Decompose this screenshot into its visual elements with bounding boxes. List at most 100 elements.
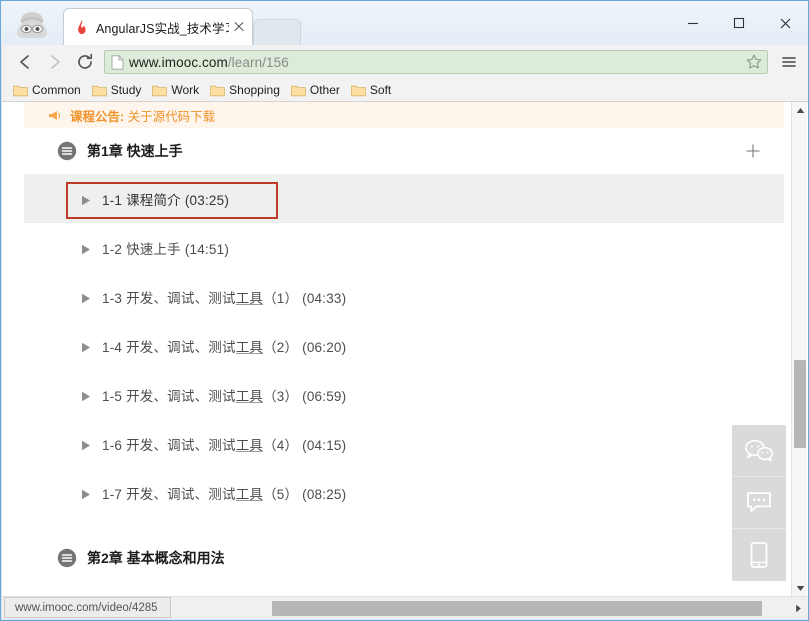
lesson-row[interactable]: 1-1 课程简介 (03:25) [24, 174, 784, 223]
bookmark-label: Other [309, 83, 340, 97]
chapter-title: 第2章 基本概念和用法 [87, 550, 225, 566]
close-button[interactable] [762, 1, 808, 45]
chapter-header-2[interactable]: 第2章 基本概念和用法 [24, 535, 784, 581]
lesson-duration: (14:51) [184, 241, 230, 257]
lesson-duration: (04:15) [302, 437, 347, 453]
lesson-number: 1-2 [102, 241, 123, 257]
lesson-name-index: （3） [263, 388, 299, 404]
lesson-label: 1-4 开发、调试、测试工具（2） (06:20) [102, 336, 346, 356]
new-tab-button[interactable] [253, 19, 301, 45]
list-circle-icon [57, 548, 77, 568]
folder-icon [13, 84, 28, 97]
lesson-name-index: （2） [263, 339, 299, 355]
status-bar-url: www.imooc.com/video/4285 [15, 601, 158, 614]
lesson-duration: (04:33) [302, 290, 347, 306]
play-triangle-icon [81, 487, 91, 500]
vertical-scroll-thumb[interactable] [794, 360, 806, 448]
horizontal-scroll-thumb[interactable] [272, 601, 762, 616]
bookmark-label: Work [171, 83, 200, 97]
url-host: www.imooc.com [129, 54, 228, 70]
browser-tab[interactable]: AngularJS实战_技术学习教 [63, 8, 253, 45]
folder-icon [291, 84, 306, 97]
address-bar[interactable]: www.imooc.com/learn/156 [104, 50, 768, 74]
lesson-name-index: （1） [263, 290, 299, 306]
incognito-avatar-icon[interactable] [9, 9, 55, 41]
maximize-button[interactable] [716, 1, 762, 45]
lesson-number: 1-7 [102, 486, 123, 502]
bookmark-other[interactable]: Other [288, 81, 346, 100]
lesson-duration: (06:20) [302, 339, 347, 355]
lesson-name-tool: 工具 [235, 388, 264, 404]
lesson-name: 开发、调试、测试 [126, 339, 236, 355]
lesson-label: 1-2 快速上手 (14:51) [102, 238, 229, 258]
tab-title: AngularJS实战_技术学习教 [96, 21, 229, 36]
bookmark-label: Soft [369, 83, 392, 97]
announcement-text: 课程公告: 关于源代码下载 [70, 106, 215, 125]
url-path: /learn/156 [227, 54, 289, 70]
bookmark-soft[interactable]: Soft [348, 81, 397, 100]
back-button[interactable] [10, 47, 40, 77]
folder-icon [351, 84, 366, 97]
lesson-row[interactable]: 1-2 快速上手 (14:51) [24, 223, 784, 272]
play-triangle-icon [81, 291, 91, 304]
lesson-label: 1-1 课程简介 (03:25) [102, 189, 229, 209]
play-triangle-icon [81, 193, 91, 206]
lesson-number: 1-3 [102, 290, 123, 306]
browser-toolbar: www.imooc.com/learn/156 [2, 45, 808, 79]
mobile-app-button[interactable] [732, 529, 786, 581]
lesson-row[interactable]: 1-4 开发、调试、测试工具（2） (06:20) [24, 321, 784, 370]
scroll-up-arrow-icon[interactable] [792, 102, 808, 119]
bookmark-study[interactable]: Study [89, 81, 148, 100]
reload-button[interactable] [70, 47, 100, 77]
lesson-duration: (08:25) [302, 486, 347, 502]
chrome-menu-button[interactable] [774, 47, 804, 77]
lesson-name-index: （5） [263, 486, 299, 502]
lesson-duration: (06:59) [302, 388, 347, 404]
announcement-body: 关于源代码下载 [124, 109, 216, 124]
bookmark-work[interactable]: Work [149, 81, 205, 100]
feedback-button[interactable] [732, 477, 786, 529]
scroll-right-arrow-icon[interactable] [791, 601, 806, 616]
megaphone-icon [48, 109, 63, 122]
folder-icon [152, 84, 168, 97]
tab-close-icon[interactable] [232, 20, 246, 34]
lesson-name-tool: 工具 [235, 339, 264, 355]
browser-window: AngularJS实战_技术学习教 [0, 0, 809, 621]
window-controls [670, 1, 808, 45]
list-circle-icon [57, 141, 77, 161]
chapter-header-1[interactable]: 第1章 快速上手 [24, 128, 784, 174]
lesson-row[interactable]: 1-6 开发、调试、测试工具（4） (04:15) [24, 419, 784, 468]
folder-icon [210, 84, 225, 97]
lesson-label: 1-6 开发、调试、测试工具（4） (04:15) [102, 434, 346, 454]
lesson-label: 1-3 开发、调试、测试工具（1） (04:33) [102, 287, 346, 307]
play-triangle-icon [81, 438, 91, 451]
lesson-row[interactable]: 1-5 开发、调试、测试工具（3） (06:59) [24, 370, 784, 419]
bookmark-common[interactable]: Common [10, 81, 87, 100]
lesson-name-tool: 工具 [235, 290, 264, 306]
lesson-name-tool: 工具 [235, 486, 264, 502]
lesson-row[interactable]: 1-7 开发、调试、测试工具（5） (08:25) [24, 468, 784, 517]
bookmark-label: Shopping [229, 83, 280, 97]
lesson-name-index: （4） [263, 437, 299, 453]
scroll-down-arrow-icon[interactable] [792, 580, 808, 597]
plus-icon[interactable] [744, 142, 762, 160]
url-text: www.imooc.com/learn/156 [129, 55, 745, 70]
wechat-button[interactable] [732, 425, 786, 477]
star-icon[interactable] [745, 53, 763, 71]
announcement-label: 课程公告: [70, 109, 125, 124]
lesson-name: 课程简介 [126, 192, 181, 208]
minimize-button[interactable] [670, 1, 716, 45]
lesson-number: 1-1 [102, 192, 123, 208]
bookmark-shopping[interactable]: Shopping [207, 81, 286, 100]
lesson-duration: (03:25) [184, 192, 230, 208]
lesson-row[interactable]: 1-3 开发、调试、测试工具（1） (04:33) [24, 272, 784, 321]
bookmarks-bar: Common Study Work Shopping Other Soft [2, 79, 808, 102]
bookmark-label: Common [32, 83, 81, 97]
lesson-name-tool: 工具 [235, 437, 264, 453]
course-announcement[interactable]: 课程公告: 关于源代码下载 [24, 102, 784, 128]
folder-icon [91, 84, 107, 97]
lesson-number: 1-5 [102, 388, 123, 404]
course-chapter-list: 课程公告: 关于源代码下载 第1章 快速上手 1-1 课程简介 (03:25) … [24, 102, 784, 581]
lesson-name: 快速上手 [126, 241, 181, 257]
vertical-scrollbar[interactable] [791, 102, 807, 597]
